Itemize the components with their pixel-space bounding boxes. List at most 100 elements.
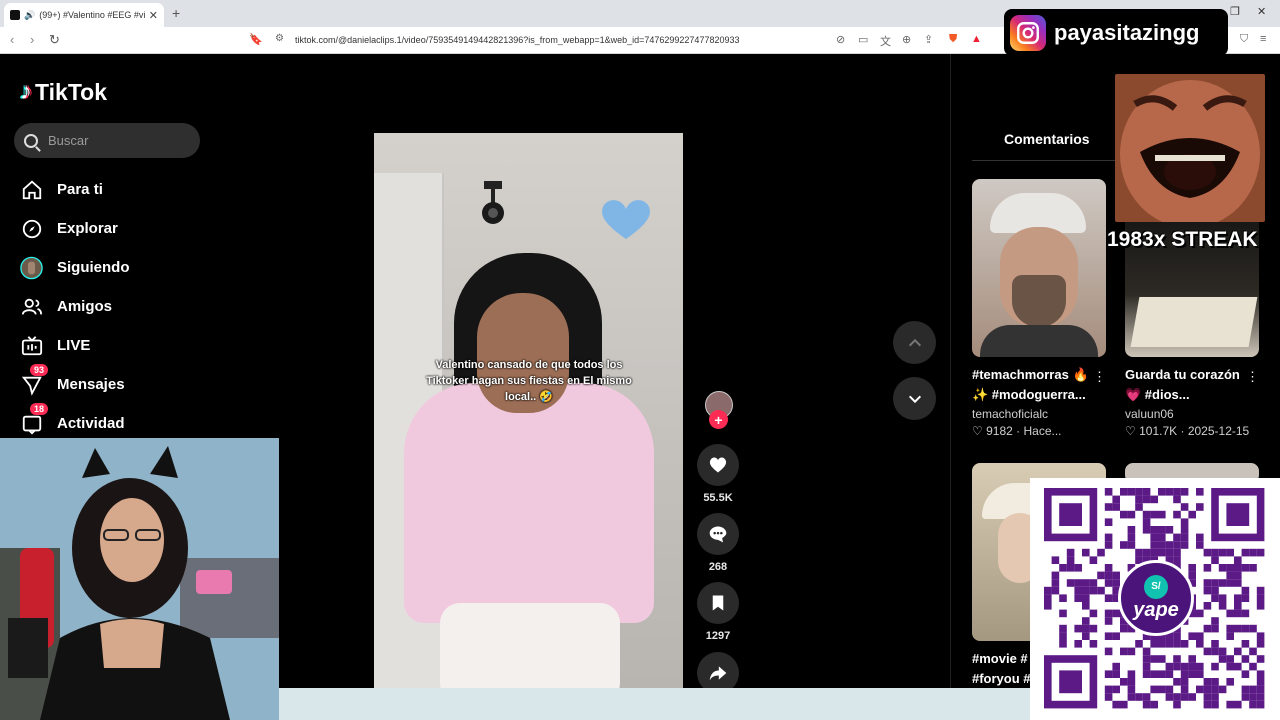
screen: { "browser": { "tab_title": "(99+) #Vale… (0, 0, 1280, 720)
back-icon[interactable]: ‹ (10, 32, 14, 47)
logo-text: TikTok (35, 78, 107, 105)
sidebar-item-para-ti[interactable]: Para ti (20, 170, 130, 209)
sidebar-nav: Para ti Explorar Siguiendo Amigos LIVE 9… (20, 170, 130, 443)
comment-count: 268 (708, 561, 728, 573)
share-arrow-icon (709, 666, 727, 681)
sidebar-item-siguiendo[interactable]: Siguiendo (20, 248, 130, 287)
brave-shield-icon[interactable]: ⛊ (949, 33, 957, 46)
close-tab-icon[interactable]: ✕ (149, 9, 158, 22)
card-title-line2: 💗 #dios... (1125, 387, 1190, 402)
speaker-icon: 🔊 (24, 9, 36, 20)
yape-brand: yape (1133, 598, 1179, 621)
card-username[interactable]: valuun06 (1125, 407, 1259, 421)
more-options-icon[interactable]: ⋮ (1093, 369, 1106, 385)
close-window-icon[interactable]: ✕ (1257, 5, 1266, 18)
forward-icon[interactable]: › (30, 32, 34, 47)
card-likes: 101.7K (1139, 424, 1178, 438)
like-count: 55.5K (703, 492, 733, 504)
zoom-icon[interactable]: ⊕ (902, 33, 911, 46)
video-player[interactable]: Valentino cansado de que todos los Tikto… (374, 133, 683, 688)
sidebar-item-amigos[interactable]: Amigos (20, 287, 130, 326)
extension-icon[interactable]: ⊘ (836, 33, 845, 46)
search-icon (24, 133, 38, 148)
instagram-banner: payasitazingg (1004, 9, 1228, 56)
card-date: 2025-12-15 (1187, 424, 1250, 438)
heart-outline-icon: ♡ (972, 424, 983, 438)
sidebar-item-label: Actividad (57, 415, 125, 432)
live-tv-icon (20, 334, 43, 357)
like-button[interactable] (697, 444, 739, 486)
video-thumbnail[interactable] (972, 179, 1106, 357)
heart-icon (709, 457, 727, 473)
heart-balloon-icon (602, 200, 650, 239)
activity-badge: 18 (30, 403, 49, 415)
sidebar-item-label: Mensajes (57, 376, 125, 393)
heart-outline-icon: ♡ (1125, 424, 1136, 438)
site-settings-icon[interactable]: ⚙ (275, 33, 284, 44)
messages-badge: 93 (30, 364, 49, 376)
bookmark-icon[interactable]: 🔖 (249, 33, 263, 46)
card-meta: ♡ 101.7K · 2025-12-15 (1125, 424, 1250, 438)
card-likes: 9182 (986, 424, 1013, 438)
share-icon[interactable]: ⇪ (924, 33, 933, 46)
sidebar-item-label: Para ti (57, 181, 103, 198)
sidebar-item-explorar[interactable]: Explorar (20, 209, 130, 248)
save-count: 1297 (705, 630, 731, 642)
maximize-icon[interactable]: ❐ (1230, 5, 1240, 18)
yape-currency: S/ (1144, 574, 1168, 599)
follow-plus-icon[interactable]: + (709, 410, 728, 429)
url-text[interactable]: tiktok.com/@danielaclips.1/video/7593549… (295, 35, 740, 45)
sidebar-item-label: Amigos (57, 298, 113, 315)
sidebar-item-label: LIVE (57, 337, 91, 354)
translate-icon[interactable]: 文 (880, 33, 891, 49)
cast-icon[interactable]: ▭ (858, 33, 868, 46)
tiktok-favicon-icon (10, 10, 20, 20)
instagram-handle: payasitazingg (1054, 19, 1200, 45)
previous-video-button[interactable] (893, 321, 936, 364)
activity-icon (20, 412, 43, 435)
messages-icon (20, 373, 43, 396)
yape-logo: S/ yape (1118, 560, 1194, 636)
home-icon (20, 178, 43, 201)
card-meta: ♡ 9182 · Hace... (972, 424, 1062, 438)
browser-tab[interactable]: 🔊 (99+) #Valentino #EEG #viral ✕ (4, 3, 164, 27)
laughing-meme-image (1115, 74, 1265, 222)
comment-button[interactable] (697, 513, 739, 555)
reload-icon[interactable]: ↻ (49, 32, 60, 48)
bookmark-icon (712, 595, 724, 611)
chevron-down-icon (908, 395, 921, 403)
friends-icon (20, 295, 43, 318)
streak-counter: 1983x STREAK (1107, 228, 1258, 251)
yape-qr-code: S/ yape (1030, 478, 1280, 720)
tiktok-logo[interactable]: ♪ TikTok (20, 78, 107, 106)
card-title-line1: #temachmorras 🔥 (972, 367, 1089, 382)
save-button[interactable] (697, 582, 739, 624)
menu-icon[interactable]: ≡ (1260, 33, 1266, 45)
more-options-icon[interactable]: ⋮ (1246, 369, 1259, 385)
video-person-legs (440, 603, 620, 688)
compass-icon (20, 217, 43, 240)
instagram-icon (1010, 14, 1046, 51)
tab-divider (972, 160, 1117, 161)
security-camera-icon (482, 181, 504, 224)
video-person-body (404, 383, 654, 623)
new-tab-icon[interactable]: + (172, 5, 180, 21)
related-video-card[interactable]: #temachmorras 🔥 ✨ #modoguerra... temacho… (972, 179, 1106, 438)
card-title-line2: ✨ #modoguerra... (972, 387, 1086, 402)
sidebar-item-mensajes[interactable]: 93 Mensajes (20, 364, 130, 404)
comment-icon (709, 526, 727, 543)
chevron-up-icon (908, 338, 921, 346)
search-box[interactable] (14, 123, 200, 158)
next-video-button[interactable] (893, 377, 936, 420)
vpn-icon[interactable]: ⛉ (1240, 33, 1248, 46)
following-avatar-icon (20, 256, 43, 279)
streamer-webcam (0, 438, 279, 720)
sidebar-item-label: Siguiendo (57, 259, 130, 276)
sidebar-item-live[interactable]: LIVE (20, 326, 130, 365)
card-username[interactable]: temachoficialc (972, 407, 1106, 421)
rewards-icon[interactable]: ▲ (971, 33, 982, 45)
tab-comentarios[interactable]: Comentarios (1004, 131, 1090, 147)
video-caption: Valentino cansado de que todos los Tikto… (426, 359, 632, 403)
search-input[interactable] (48, 133, 188, 148)
card-date: Hace... (1023, 424, 1062, 438)
